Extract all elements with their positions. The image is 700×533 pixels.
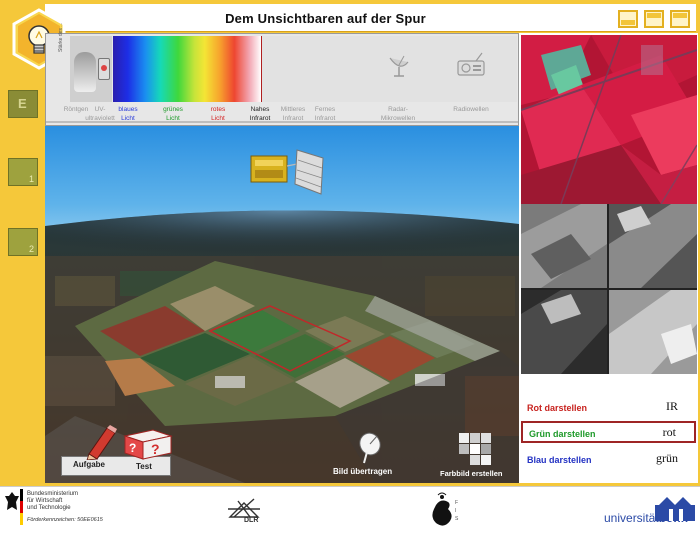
svg-text:?: ?	[129, 441, 136, 455]
spectrum-scale	[46, 121, 518, 123]
xray-hand-icon	[74, 52, 96, 92]
spectrum-bar: Stärke des ... Röntgen UV- ultraviolett …	[45, 23, 519, 126]
satellite-icon[interactable]	[245, 146, 331, 196]
sidebar-item-1[interactable]: 1	[8, 158, 38, 186]
restore-button[interactable]	[670, 10, 690, 28]
red-channel-row[interactable]: Rot darstellen IR	[521, 397, 696, 419]
radar-dish-icon[interactable]	[386, 52, 412, 78]
sidebar-item-label: E	[18, 96, 27, 111]
sidebar-item-label: 2	[28, 244, 34, 254]
red-channel-label: Rot darstellen	[527, 403, 588, 413]
svg-text:?: ?	[151, 441, 160, 457]
visible-light-band[interactable]	[113, 36, 261, 102]
band-label-radio: Radiowellen	[453, 106, 489, 113]
university-word: universität	[604, 511, 659, 525]
minimize-button[interactable]	[618, 10, 638, 28]
red-channel-value: IR	[666, 399, 678, 413]
spectrum-side-label: Stärke des ...	[58, 22, 64, 52]
blue-channel-label: Blau darstellen	[527, 455, 592, 465]
german-flag	[20, 489, 23, 525]
fis-text: F I S	[455, 500, 459, 522]
result-panel: Rot darstellen IR Grün darstellen rot Bl…	[519, 33, 698, 483]
ministry-text: Bundesministerium für Wirtschaft und Tec…	[27, 491, 79, 511]
dlr-text: DLR	[244, 517, 259, 524]
title-bar: Dem Unsichtbaren auf der Spur	[45, 4, 696, 32]
satellite-scene: ? ? Aufgabe Test Bild übertragen Farbbil…	[45, 126, 519, 483]
uv-lamp-icon[interactable]	[98, 58, 110, 80]
sidebar-item-e[interactable]: E	[8, 90, 38, 118]
blue-channel-row[interactable]: Blau darstellen grün	[521, 449, 696, 471]
university-logo-icon	[655, 497, 695, 521]
band-images-grid	[521, 204, 697, 374]
farbbild-erstellen-button[interactable]: Farbbild erstellen	[440, 469, 503, 478]
sidebar-item-2[interactable]: 2	[8, 228, 38, 256]
sidebar-item-label: 1	[28, 174, 34, 184]
radio-icon[interactable]	[456, 52, 486, 78]
pencil-icon[interactable]	[85, 424, 119, 460]
maximize-button[interactable]	[644, 10, 664, 28]
app-window-frame: Dem Unsichtbaren auf der Spur E 1 2 Stär…	[0, 0, 700, 533]
test-button[interactable]: Test	[136, 462, 152, 471]
footer: Bundesministerium für Wirtschaft und Tec…	[0, 486, 700, 533]
false-color-image	[521, 35, 697, 204]
aufgabe-button[interactable]: Aufgabe	[73, 460, 105, 469]
window-title: Dem Unsichtbaren auf der Spur	[225, 11, 426, 26]
blue-channel-value: grün	[656, 451, 678, 465]
question-box-icon[interactable]: ? ?	[123, 426, 175, 460]
green-channel-row[interactable]: Grün darstellen rot	[521, 421, 696, 443]
green-channel-label: Grün darstellen	[529, 429, 596, 439]
grid-icon[interactable]	[458, 432, 492, 466]
funding-code: Förderkennzeichen: 50EE0615	[27, 517, 103, 523]
federal-eagle-icon	[5, 492, 19, 510]
satellite-dish-icon[interactable]	[357, 432, 383, 464]
bild-uebertragen-button[interactable]: Bild übertragen	[333, 467, 392, 476]
green-channel-value: rot	[662, 425, 676, 439]
